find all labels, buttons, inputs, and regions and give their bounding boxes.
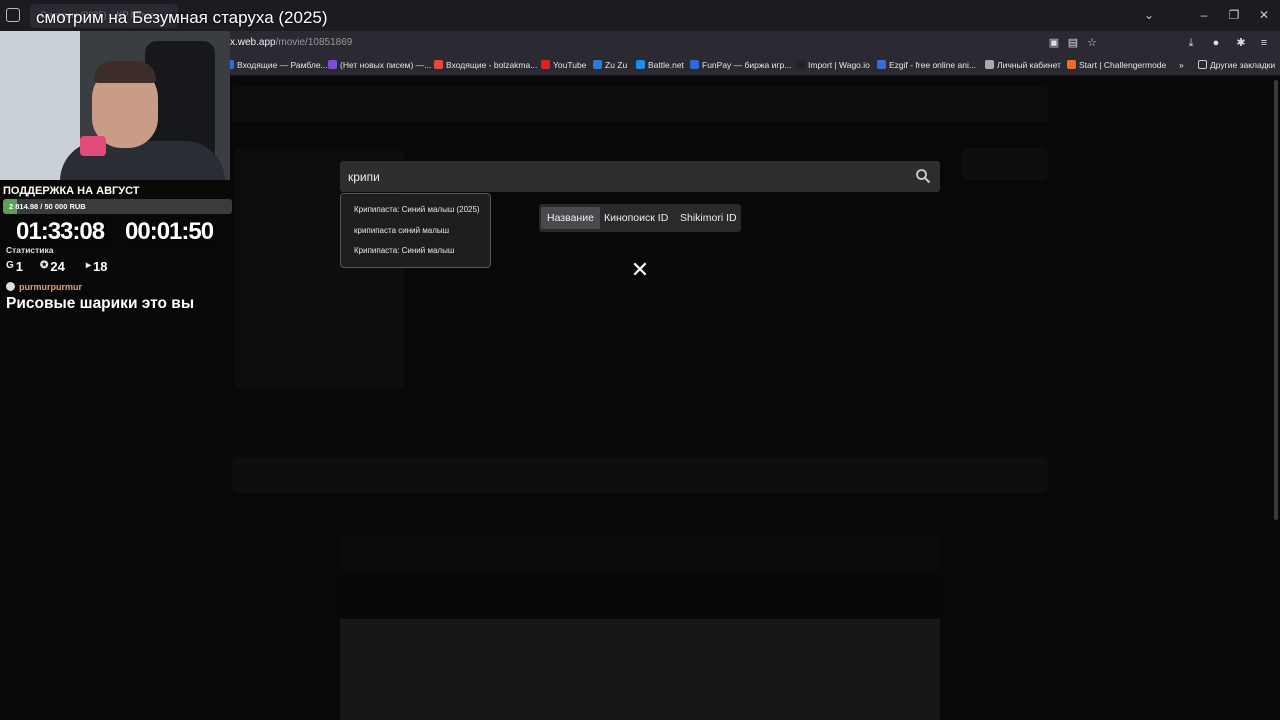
stream-title: смотрим на Безумная старуха (2025) <box>36 8 328 27</box>
stat-value: 1 <box>15 259 24 274</box>
page-scrollbar[interactable] <box>1274 80 1278 520</box>
url-host: x.web.app <box>230 37 276 48</box>
bookmark-label: Входящие - bolzakma... <box>446 60 538 70</box>
filter-shikimori-id[interactable]: Shikimori ID <box>674 207 743 229</box>
menu-icon[interactable]: ≡ <box>1257 36 1271 50</box>
donate-progress-bar: 2 814.98 / 50 000 RUB <box>3 199 232 214</box>
close-modal-icon[interactable]: ✕ <box>630 259 650 281</box>
bookmark-item[interactable]: Входящие — Рамбле... <box>225 60 328 70</box>
stat-value: 18 <box>93 259 108 274</box>
bookmark-label: Zu Zu <box>605 60 628 70</box>
bookmark-label: (Нет новых писем) —... <box>340 60 432 70</box>
search-query: крипи <box>348 170 380 184</box>
chat-badge-icon <box>6 282 15 291</box>
search-input[interactable]: крипи <box>340 161 940 192</box>
bookmark-item[interactable]: Battle.net <box>636 60 684 70</box>
tab-list-icon[interactable] <box>6 8 20 22</box>
bookmark-label: YouTube <box>553 60 587 70</box>
filter-kinopoisk-id[interactable]: Кинопоиск ID <box>598 207 674 229</box>
bookmark-item[interactable]: (Нет новых писем) —... <box>328 60 431 70</box>
suggestion-item[interactable]: крипипаста синий малыш <box>354 226 449 235</box>
countdown-timer: 00:01:50 <box>125 218 214 245</box>
bookmark-label: Личный кабинет <box>997 60 1061 70</box>
search-icon[interactable] <box>915 168 931 184</box>
bookmark-item[interactable]: Личный кабинет <box>985 60 1061 70</box>
account-icon[interactable]: ● <box>1209 36 1223 50</box>
bookmark-favicon-icon <box>636 60 645 69</box>
extensions-icon[interactable]: ✱ <box>1234 36 1248 50</box>
suggestion-item[interactable]: Крипипаста: Синий малыш (2025) <box>354 205 480 214</box>
bookmark-item[interactable]: Import | Wago.io <box>796 60 870 70</box>
bookmark-label: Ezgif - free online ani... <box>889 60 976 70</box>
chevron-down-icon[interactable]: ⌄ <box>1140 6 1158 24</box>
stat-item: ▸ 18 <box>86 259 108 274</box>
close-window-icon[interactable]: ✕ <box>1255 6 1273 24</box>
other-bookmarks-label: Другие закладки <box>1210 60 1276 70</box>
webcam <box>0 31 230 180</box>
bookmark-item[interactable]: Ezgif - free online ani... <box>877 60 976 70</box>
stat-icon: G <box>6 260 14 271</box>
bookmark-favicon-icon <box>985 60 994 69</box>
bookmarks-overflow-icon[interactable]: » <box>1179 60 1184 70</box>
picture-in-picture-icon[interactable]: ▣ <box>1047 36 1061 50</box>
donate-amount: 2 814.98 / 50 000 RUB <box>9 202 86 211</box>
bookmark-star-icon[interactable]: ☆ <box>1085 36 1099 50</box>
bookmark-label: Import | Wago.io <box>808 60 870 70</box>
stat-value: 24 <box>50 259 65 274</box>
stat-icon: ▸ <box>86 260 92 271</box>
bookmark-item[interactable]: YouTube <box>541 60 586 70</box>
address-bar[interactable]: x.web.app/movie/10851869 <box>230 37 352 48</box>
bookmark-label: Входящие — Рамбле... <box>237 60 328 70</box>
bookmark-label: Battle.net <box>648 60 684 70</box>
bookmark-favicon-icon <box>877 60 886 69</box>
bookmark-item[interactable]: Входящие - bolzakma... <box>434 60 537 70</box>
microphone <box>80 136 106 156</box>
webcam-person-hair <box>94 61 156 83</box>
stream-timer: 01:33:08 <box>16 218 105 245</box>
downloads-icon[interactable]: ⤓ <box>1184 36 1198 50</box>
stat-item: ✪ 24 <box>40 259 65 274</box>
chat-username: purmurpurmur <box>6 282 82 292</box>
stats-label: Статистика <box>6 245 54 255</box>
chat-username-text: purmurpurmur <box>19 282 82 292</box>
bookmark-favicon-icon <box>593 60 602 69</box>
bookmark-item[interactable]: Start | Challengermode <box>1067 60 1166 70</box>
bookmark-favicon-icon <box>434 60 443 69</box>
stat-item: G1 <box>6 259 23 274</box>
screen: Смотрим (2025) – KP Movie ⌄ – ❐ ✕ x.web.… <box>0 0 1280 720</box>
bookmark-favicon-icon <box>690 60 699 69</box>
bookmark-favicon-icon <box>541 60 550 69</box>
reader-view-icon[interactable]: ▤ <box>1066 36 1080 50</box>
filter-title[interactable]: Название <box>541 207 600 229</box>
search-filter-group: Название Кинопоиск ID Shikimori ID <box>539 204 741 232</box>
suggestion-item[interactable]: Крипипаста: Синий малыш <box>354 246 454 255</box>
donate-title: ПОДДЕРЖКА НА АВГУСТ <box>3 185 140 197</box>
search-suggestions: Крипипаста: Синий малыш (2025) крипипаст… <box>340 193 491 268</box>
minimize-icon[interactable]: – <box>1195 6 1213 24</box>
chat-message: Рисовые шарики это вы <box>6 295 195 312</box>
bookmark-favicon-icon <box>1067 60 1076 69</box>
bookmark-item[interactable]: FunPay — биржа игр... <box>690 60 791 70</box>
bookmark-label: Start | Challengermode <box>1079 60 1167 70</box>
folder-icon <box>1198 60 1207 69</box>
bookmark-favicon-icon <box>328 60 337 69</box>
bookmark-item[interactable]: Zu Zu <box>593 60 627 70</box>
stat-icon: ✪ <box>40 260 49 271</box>
bookmark-favicon-icon <box>796 60 805 69</box>
restore-icon[interactable]: ❐ <box>1225 6 1243 24</box>
other-bookmarks[interactable]: Другие закладки <box>1198 60 1275 70</box>
url-path: /movie/10851869 <box>275 37 353 48</box>
bookmark-label: FunPay — биржа игр... <box>702 60 792 70</box>
